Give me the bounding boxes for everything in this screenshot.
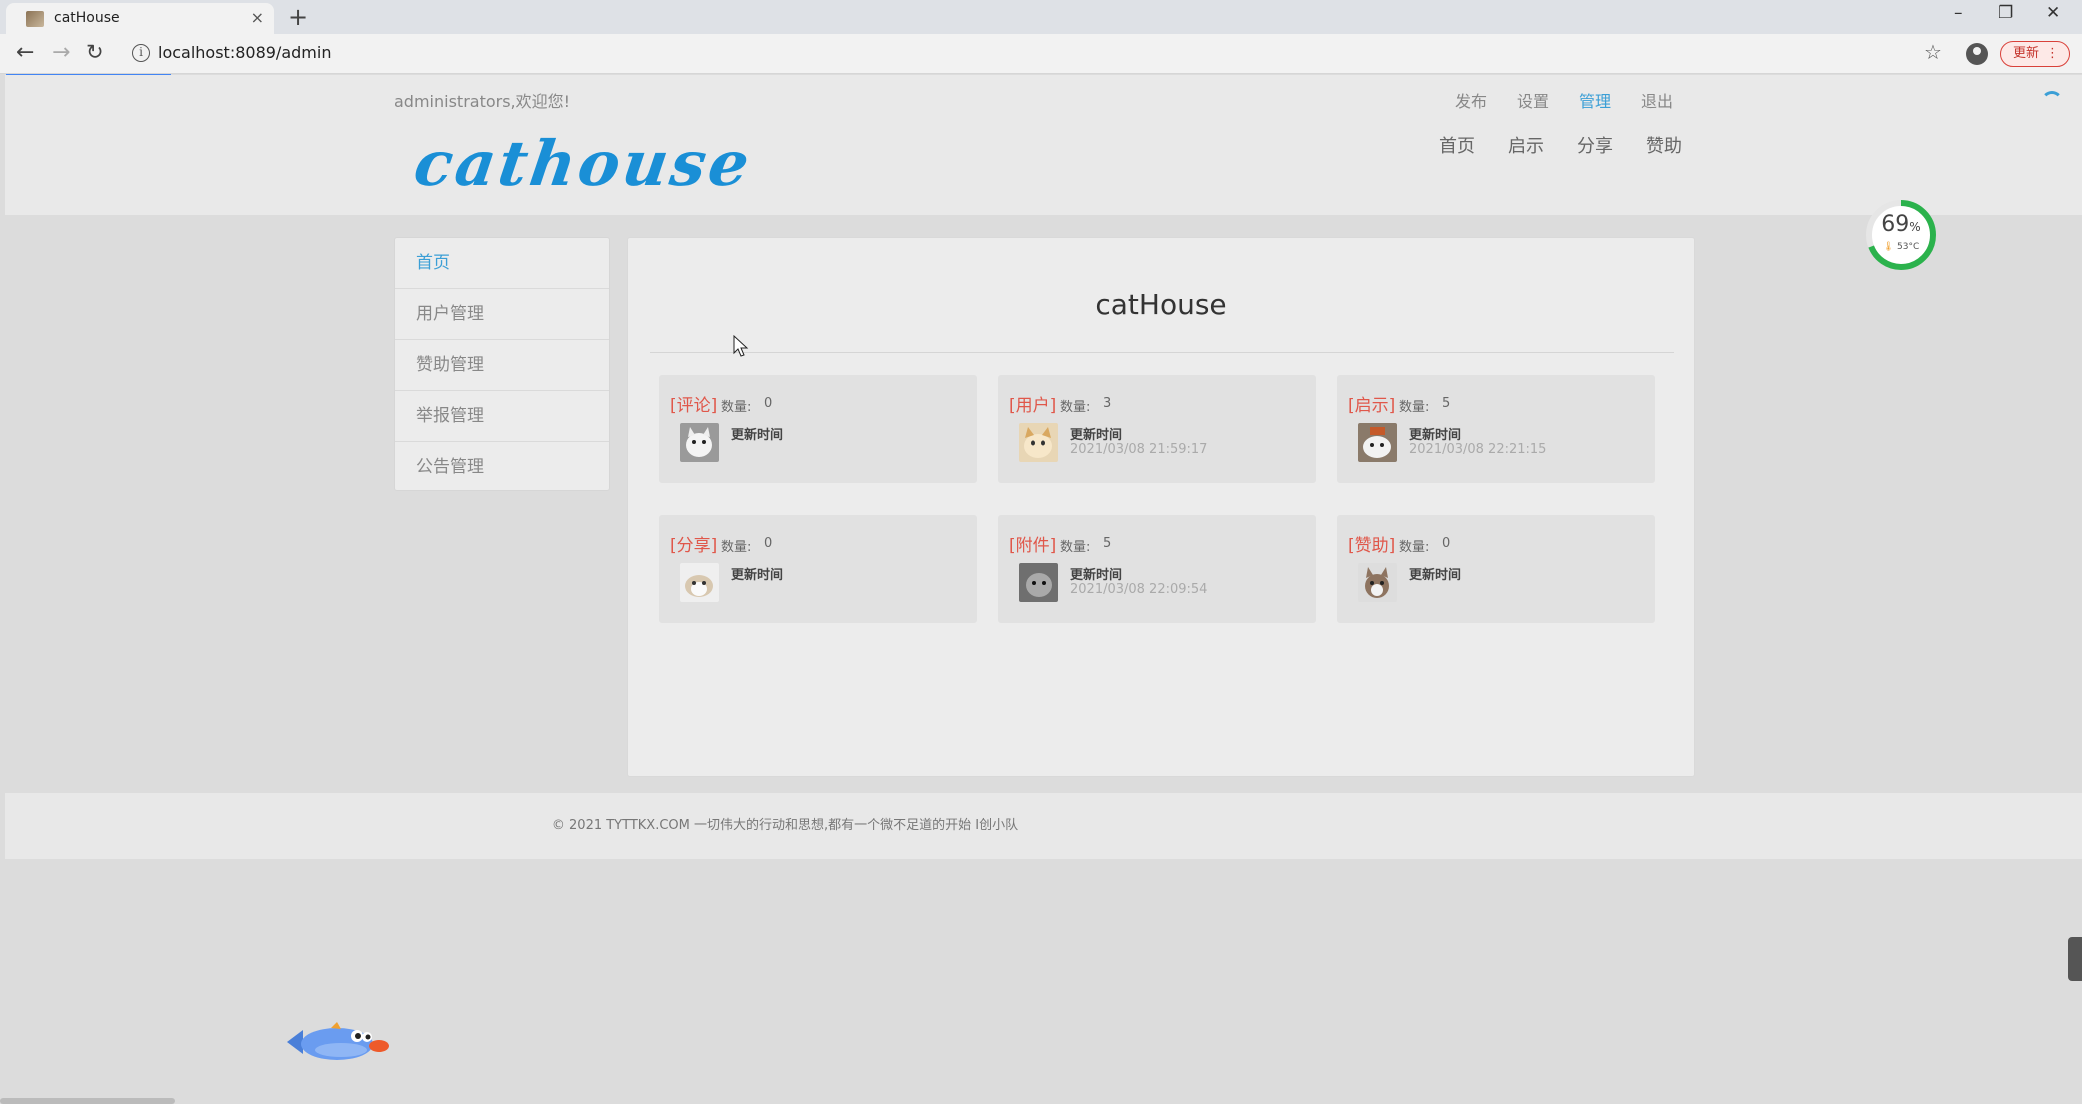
browser-toolbar: ← → ↻ i localhost:8089/admin ☆ 更新 ⋮ — [0, 34, 2082, 74]
reload-icon[interactable]: ↻ — [86, 40, 104, 64]
top-link-publish[interactable]: 发布 — [1455, 88, 1487, 112]
card-count-label: 数量: — [721, 400, 752, 415]
tab-title: catHouse — [54, 10, 120, 26]
card-update-label: 更新时间 — [1409, 568, 1462, 583]
nav-sponsor[interactable]: 赞助 — [1646, 132, 1682, 158]
card-cat-avatar — [1019, 563, 1058, 602]
title-divider — [650, 352, 1674, 353]
card-count: 3 — [1103, 396, 1112, 411]
nav-notices[interactable]: 启示 — [1508, 132, 1544, 158]
card-count: 5 — [1442, 396, 1451, 411]
stat-card-comments[interactable]: [评论] 数量: 0 更新时间 — [659, 375, 977, 483]
dashboard-panel: catHouse [评论] 数量: 0 更新时间 [用户] 数量: 3 更新时间… — [627, 237, 1695, 777]
back-arrow-icon[interactable]: ← — [16, 40, 34, 65]
new-tab-button[interactable]: + — [288, 3, 308, 31]
restore-icon[interactable]: ❐ — [1998, 3, 2013, 23]
card-cat-avatar — [1358, 423, 1397, 462]
site-logo[interactable]: cathouse — [410, 127, 757, 200]
stat-card-attachments[interactable]: [附件] 数量: 5 更新时间 2021/03/08 22:09:54 — [998, 515, 1316, 623]
sidebar-item-users[interactable]: 用户管理 — [395, 289, 609, 340]
browser-tabbar: catHouse × + – ❐ ✕ — [0, 0, 2082, 34]
card-tag: [分享] — [670, 536, 718, 556]
card-update-time: 2021/03/08 22:21:15 — [1409, 442, 1547, 457]
horizontal-scrollbar[interactable] — [0, 1098, 175, 1104]
minimize-icon[interactable]: – — [1954, 3, 1963, 23]
sidebar-item-sponsors[interactable]: 赞助管理 — [395, 340, 609, 391]
admin-sidebar: 首页 用户管理 赞助管理 举报管理 公告管理 — [394, 237, 610, 491]
top-link-logout[interactable]: 退出 — [1641, 88, 1673, 112]
bookmark-star-icon[interactable]: ☆ — [1924, 40, 1942, 64]
card-cat-avatar — [1358, 563, 1397, 602]
gauge-temperature: 🌡 53°C — [1882, 242, 1920, 252]
card-update-label: 更新时间 — [1070, 568, 1123, 583]
stat-card-users[interactable]: [用户] 数量: 3 更新时间 2021/03/08 21:59:17 — [998, 375, 1316, 483]
site-info-icon[interactable]: i — [132, 44, 150, 62]
nav-share[interactable]: 分享 — [1577, 132, 1613, 158]
top-link-admin[interactable]: 管理 — [1579, 88, 1611, 112]
close-window-icon[interactable]: ✕ — [2046, 3, 2060, 23]
card-count-label: 数量: — [1060, 400, 1091, 415]
site-footer: © 2021 TYTTKX.COM 一切伟大的行动和思想,都有一个微不足道的开始… — [5, 793, 2082, 859]
top-link-settings[interactable]: 设置 — [1517, 88, 1549, 112]
card-tag: [赞助] — [1348, 536, 1396, 556]
browser-tab[interactable]: catHouse × — [6, 3, 274, 34]
card-count: 0 — [1442, 536, 1451, 551]
card-count-label: 数量: — [1399, 400, 1430, 415]
site-header: administrators,欢迎您! 发布 设置 管理 退出 首页 启示 分享… — [5, 75, 2082, 215]
loading-spinner-icon — [2041, 91, 2063, 113]
stat-card-notices[interactable]: [启示] 数量: 5 更新时间 2021/03/08 22:21:15 — [1337, 375, 1655, 483]
card-tag: [启示] — [1348, 396, 1396, 416]
card-cat-avatar — [680, 563, 719, 602]
card-count: 0 — [764, 536, 773, 551]
card-update-label: 更新时间 — [1070, 428, 1123, 443]
top-links: 发布 设置 管理 退出 — [1455, 88, 1673, 112]
forward-arrow-icon[interactable]: → — [52, 40, 70, 65]
gauge-percent: 69% — [1881, 212, 1921, 237]
card-update-time: 2021/03/08 21:59:17 — [1070, 442, 1208, 457]
update-browser-button[interactable]: 更新 ⋮ — [2000, 41, 2070, 67]
update-label: 更新 — [2013, 46, 2040, 61]
sidebar-item-reports[interactable]: 举报管理 — [395, 391, 609, 442]
stat-card-sponsors[interactable]: [赞助] 数量: 0 更新时间 — [1337, 515, 1655, 623]
url-text[interactable]: localhost:8089/admin — [158, 43, 331, 62]
menu-dots-icon: ⋮ — [2046, 46, 2059, 61]
page: administrators,欢迎您! 发布 设置 管理 退出 首页 启示 分享… — [5, 75, 2082, 1104]
sidebar-item-announcements[interactable]: 公告管理 — [395, 442, 609, 493]
page-title: catHouse — [1095, 288, 1227, 321]
card-tag: [用户] — [1009, 396, 1057, 416]
tab-favicon-icon — [26, 11, 44, 27]
welcome-text: administrators,欢迎您! — [394, 92, 571, 111]
card-tag: [附件] — [1009, 536, 1057, 556]
card-update-label: 更新时间 — [1409, 428, 1462, 443]
card-tag: [评论] — [670, 396, 718, 416]
footer-text: © 2021 TYTTKX.COM 一切伟大的行动和思想,都有一个微不足道的开始… — [551, 818, 1019, 833]
card-update-label: 更新时间 — [731, 428, 784, 443]
card-cat-avatar — [1019, 423, 1058, 462]
stat-card-shares[interactable]: [分享] 数量: 0 更新时间 — [659, 515, 977, 623]
sidebar-item-home[interactable]: 首页 — [395, 238, 609, 289]
card-cat-avatar — [680, 423, 719, 462]
profile-avatar-icon[interactable] — [1966, 43, 1988, 65]
card-update-label: 更新时间 — [731, 568, 784, 583]
card-count-label: 数量: — [721, 540, 752, 555]
side-drawer-handle[interactable] — [2068, 937, 2082, 981]
system-monitor-widget[interactable]: 69% 🌡 53°C — [1864, 198, 1938, 272]
tab-close-icon[interactable]: × — [251, 8, 264, 27]
card-update-time: 2021/03/08 22:09:54 — [1070, 582, 1208, 597]
address-bar[interactable] — [122, 39, 1952, 69]
card-count: 5 — [1103, 536, 1112, 551]
main-nav: 首页 启示 分享 赞助 — [1439, 132, 1682, 158]
card-count: 0 — [764, 396, 773, 411]
mouse-cursor-icon — [733, 335, 749, 357]
card-count-label: 数量: — [1399, 540, 1430, 555]
card-count-label: 数量: — [1060, 540, 1091, 555]
nav-home[interactable]: 首页 — [1439, 132, 1475, 158]
fish-mascot-icon[interactable] — [283, 1020, 389, 1064]
